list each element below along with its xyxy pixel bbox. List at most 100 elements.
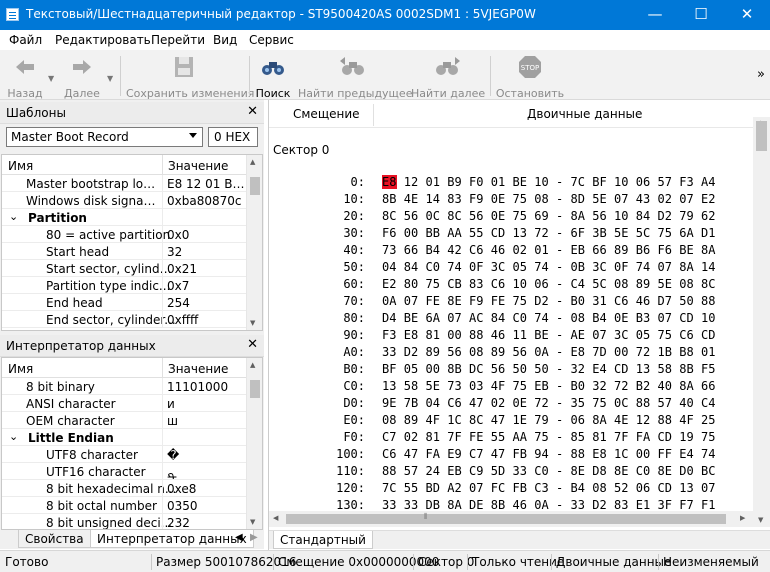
hex-byte[interactable]: 08 — [614, 277, 629, 291]
scroll-thumb[interactable] — [250, 380, 260, 398]
hex-byte[interactable]: AE — [571, 328, 586, 342]
hex-byte[interactable]: 0E — [614, 311, 629, 325]
tab-standard[interactable]: Стандартный — [273, 531, 373, 549]
hex-byte[interactable]: 89 — [491, 345, 506, 359]
hex-byte[interactable]: 46 — [636, 294, 651, 308]
hex-row[interactable]: B0: BF 05 00 8B DC 56 50 50 - 32 E4 CD 13… — [269, 362, 753, 379]
hex-byte[interactable]: 57 — [658, 175, 673, 189]
hex-row-bytes[interactable]: 04 84 C0 74 0F 3C 05 74 - 0B 3C 0F 74 07… — [382, 260, 716, 274]
hex-byte[interactable]: 84 — [636, 209, 651, 223]
hex-row[interactable]: C0: 13 58 5E 73 03 4F 75 EB - B0 32 72 B2… — [269, 379, 753, 396]
hex-byte[interactable]: 0E — [491, 209, 506, 223]
hex-byte[interactable]: FB — [513, 481, 528, 495]
hex-byte[interactable]: 7C — [382, 481, 397, 495]
interpreter-scrollbar[interactable]: ▲ ▼ — [246, 358, 262, 529]
hex-row-bytes[interactable]: 9E 7B 04 C6 47 02 0E 72 - 35 75 0C 88 57… — [382, 396, 716, 410]
hex-byte[interactable]: 8E — [571, 464, 586, 478]
hex-byte[interactable]: FE — [491, 294, 506, 308]
hex-byte[interactable]: 14 — [701, 260, 716, 274]
hex-byte[interactable]: C6 — [382, 447, 397, 461]
hex-byte[interactable]: F3 — [679, 175, 694, 189]
hex-byte[interactable]: 72 — [534, 396, 549, 410]
hex-byte[interactable]: CD — [679, 311, 694, 325]
hex-byte[interactable]: C6 — [469, 243, 484, 257]
hex-byte[interactable]: 06 — [636, 175, 651, 189]
hex-byte[interactable]: 08 — [469, 345, 484, 359]
hex-byte[interactable]: 81 — [426, 328, 441, 342]
hex-row-bytes[interactable]: C6 47 FA E9 C7 47 FB 94 - 88 E8 1C 00 FF… — [382, 447, 716, 461]
hex-byte[interactable]: 7B — [404, 396, 419, 410]
hex-byte[interactable]: 5E — [614, 226, 629, 240]
tab-scroll-left-icon[interactable]: ◀ — [235, 532, 243, 543]
hex-byte[interactable]: 4E — [404, 192, 419, 206]
hex-byte[interactable]: FE — [469, 430, 484, 444]
hex-byte[interactable]: CB — [447, 277, 462, 291]
property-row[interactable]: Partition type indic... 0x7 — [2, 277, 247, 294]
hex-row[interactable]: 40: 73 66 B4 42 C6 46 02 01 - EB 66 89 B6… — [269, 243, 753, 260]
hex-byte[interactable]: A4 — [701, 175, 716, 189]
hex-byte[interactable]: E8 — [404, 328, 419, 342]
hex-byte[interactable]: 88 — [382, 464, 397, 478]
group-row[interactable]: ⌄ Partition — [2, 209, 247, 226]
hex-byte[interactable]: C0 — [534, 464, 549, 478]
hex-byte[interactable]: 07 — [469, 481, 484, 495]
hex-byte[interactable]: 79 — [534, 413, 549, 427]
find-next-button[interactable]: Найти далее — [411, 55, 485, 100]
hex-byte[interactable]: 55 — [404, 481, 419, 495]
hex-row[interactable]: 30: F6 00 BB AA 55 CD 13 72 - 6F 3B 5E 5C… — [269, 226, 753, 243]
hex-byte[interactable]: D2 — [592, 498, 607, 512]
hex-row-bytes[interactable]: 08 89 4F 1C 8C 47 1E 79 - 06 8A 4E 12 88… — [382, 413, 716, 427]
hex-byte[interactable]: 8A — [571, 209, 586, 223]
hex-byte[interactable]: E1 — [636, 498, 651, 512]
hex-byte[interactable]: 89 — [426, 345, 441, 359]
hex-byte[interactable]: 10 — [513, 277, 528, 291]
forward-dropdown-icon[interactable]: ▼ — [107, 74, 113, 83]
property-row[interactable]: OEM character ш — [2, 412, 247, 429]
hex-byte[interactable]: B8 — [679, 345, 694, 359]
hex-byte[interactable]: EB — [447, 464, 462, 478]
menu-edit[interactable]: Редактировать — [55, 33, 151, 47]
hex-byte[interactable]: C0 — [513, 311, 528, 325]
hex-byte[interactable]: 8B — [447, 362, 462, 376]
hex-byte[interactable]: 00 — [447, 328, 462, 342]
hex-row[interactable]: 100: C6 47 FA E9 C7 47 FB 94 - 88 E8 1C 0… — [269, 447, 753, 464]
hex-byte[interactable]: 47 — [491, 413, 506, 427]
hex-byte[interactable]: 46 — [491, 243, 506, 257]
hex-byte[interactable]: 04 — [382, 260, 397, 274]
hex-byte[interactable]: 08 — [571, 311, 586, 325]
hex-byte[interactable]: 75 — [701, 430, 716, 444]
hex-byte[interactable]: 8A — [701, 243, 716, 257]
hex-byte[interactable]: 88 — [469, 328, 484, 342]
hex-byte[interactable]: 07 — [404, 294, 419, 308]
hex-byte[interactable]: 19 — [679, 430, 694, 444]
hex-byte[interactable]: E9 — [447, 447, 462, 461]
hex-byte[interactable]: F9 — [469, 294, 484, 308]
hex-byte[interactable]: 1C — [447, 413, 462, 427]
hex-byte[interactable]: 0E — [513, 396, 528, 410]
hex-row[interactable]: 90: F3 E8 81 00 88 46 11 BE - AE 07 3C 05… — [269, 328, 753, 345]
hex-byte[interactable]: 0F — [469, 260, 484, 274]
hex-byte[interactable]: 66 — [701, 379, 716, 393]
forward-button[interactable]: Далее — [62, 55, 102, 100]
scroll-down-icon[interactable]: ▼ — [250, 319, 255, 327]
hex-byte[interactable]: BE — [679, 243, 694, 257]
hex-byte[interactable]: 05 — [513, 260, 528, 274]
hex-byte[interactable]: FE — [426, 294, 441, 308]
hex-row-bytes[interactable]: 8C 56 0C 8C 56 0E 75 69 - 8A 56 10 84 D2… — [382, 209, 716, 223]
hex-offset-field[interactable]: 0 HEX — [208, 127, 258, 147]
hex-byte[interactable]: 8D — [571, 192, 586, 206]
hex-row[interactable]: 120: 7C 55 BD A2 07 FC FB C3 - B4 08 52 0… — [269, 481, 753, 498]
hex-byte[interactable]: C9 — [469, 464, 484, 478]
hex-byte[interactable]: 12 — [636, 413, 651, 427]
hex-byte[interactable]: 07 — [679, 192, 694, 206]
hex-byte[interactable]: 6F — [571, 226, 586, 240]
hex-byte[interactable]: DE — [469, 498, 484, 512]
scroll-up-icon[interactable]: ▲ — [250, 158, 255, 166]
hex-byte[interactable]: 08 — [679, 277, 694, 291]
hex-byte[interactable]: 11 — [513, 328, 528, 342]
hex-byte[interactable]: 81 — [592, 430, 607, 444]
hex-byte[interactable]: F5 — [701, 362, 716, 376]
hex-row-bytes[interactable]: E8 12 01 B9 F0 01 BE 10 - 7C BF 10 06 57… — [382, 175, 716, 189]
scroll-up-icon[interactable]: ▲ — [250, 361, 255, 369]
hex-byte[interactable]: 01 — [701, 345, 716, 359]
